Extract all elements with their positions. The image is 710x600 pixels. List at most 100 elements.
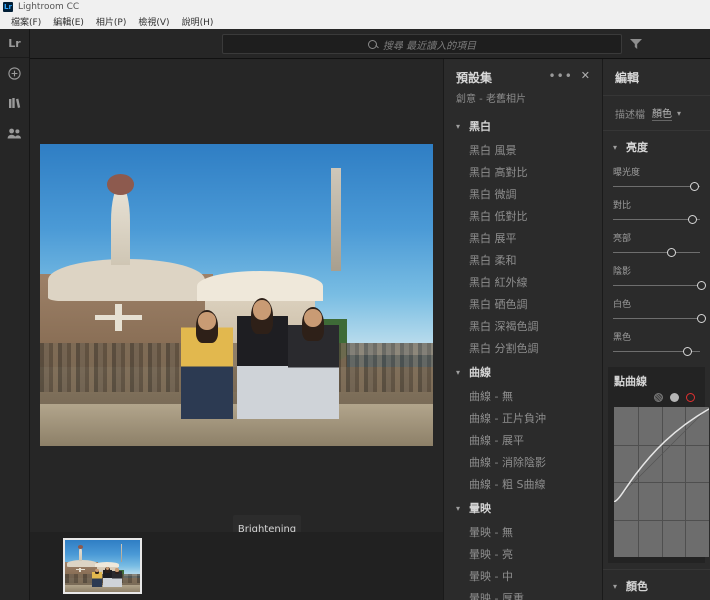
- top-toolbar: 搜尋 最近讀入的項目: [0, 29, 710, 59]
- point-curve-title: 點曲線: [614, 375, 647, 388]
- profile-row[interactable]: 描述檔 顏色 ▾: [603, 96, 710, 130]
- preset-item[interactable]: 黑白 風景: [444, 139, 602, 161]
- preset-item[interactable]: 暈映 - 中: [444, 565, 602, 587]
- thumbnail-image: [65, 540, 140, 592]
- preset-item[interactable]: 暈映 - 無: [444, 521, 602, 543]
- chevron-down-icon: ▾: [613, 142, 618, 152]
- chevron-down-icon[interactable]: ▾: [677, 109, 681, 118]
- preset-item[interactable]: 黑白 深褐色調: [444, 315, 602, 337]
- channel-rgb-icon[interactable]: [654, 393, 663, 402]
- section-light[interactable]: ▾ 亮度: [603, 131, 710, 161]
- menu-help[interactable]: 說明(H): [176, 15, 220, 28]
- preset-item[interactable]: 曲線 - 無: [444, 385, 602, 407]
- section-light-label: 亮度: [626, 141, 648, 154]
- menu-photo[interactable]: 相片(P): [90, 15, 132, 28]
- edit-title: 編輯: [615, 71, 640, 85]
- slider-label: 白色: [613, 300, 632, 310]
- filmstrip-thumbnail[interactable]: [63, 538, 142, 594]
- presets-subtitle: 創意 - 老舊相片: [456, 94, 526, 105]
- preset-group-bw[interactable]: ▾ 黑白: [444, 113, 602, 139]
- menu-edit[interactable]: 編輯(E): [47, 15, 90, 28]
- tone-curve-graph[interactable]: [614, 407, 709, 557]
- section-color[interactable]: ▾ 顏色: [603, 569, 710, 600]
- preset-group-vignette[interactable]: ▾ 暈映: [444, 495, 602, 521]
- chevron-down-icon: ▾: [456, 367, 461, 377]
- slider-knob[interactable]: [682, 347, 692, 356]
- preset-item[interactable]: 暈映 - 厚重: [444, 587, 602, 600]
- search-placeholder: 搜尋 最近讀入的項目: [382, 40, 477, 52]
- slider-track[interactable]: [613, 313, 707, 324]
- slider-knob[interactable]: [697, 281, 707, 290]
- slider-contrast[interactable]: 對比: [603, 194, 710, 227]
- rail-logo: Lr: [0, 29, 29, 58]
- point-curve-title-row: 點曲線: [614, 373, 699, 389]
- slider-knob[interactable]: [697, 314, 707, 323]
- slider-label: 對比: [613, 201, 632, 211]
- slider-highlights[interactable]: 亮部: [603, 227, 710, 260]
- preset-group-label: 曲線: [469, 366, 491, 379]
- presets-title: 預設集: [456, 71, 493, 85]
- lightroom-window: Lr Lightroom CC 檔案(F) 編輯(E) 相片(P) 檢視(V) …: [0, 0, 710, 600]
- preset-item[interactable]: 黑白 高對比: [444, 161, 602, 183]
- library-icon: [9, 98, 21, 108]
- channel-red-icon[interactable]: [686, 393, 695, 402]
- slider-track[interactable]: [613, 346, 700, 357]
- shared-people-icon: [7, 128, 21, 138]
- preset-item[interactable]: 黑白 紅外線: [444, 271, 602, 293]
- presets-more-icon[interactable]: •••: [549, 69, 573, 83]
- slider-exposure[interactable]: 曝光度: [603, 161, 710, 194]
- chevron-down-icon: ▾: [456, 121, 461, 131]
- preset-item[interactable]: 黑白 硒色調: [444, 293, 602, 315]
- tone-curve-line: [614, 407, 709, 502]
- rail-shared[interactable]: [0, 118, 29, 148]
- window-title: Lightroom CC: [18, 2, 80, 12]
- menu-file[interactable]: 檔案(F): [5, 15, 47, 28]
- preset-item[interactable]: 黑白 柔和: [444, 249, 602, 271]
- preset-item[interactable]: 曲線 - 粗 S曲線: [444, 473, 602, 495]
- slider-track[interactable]: [613, 247, 700, 258]
- slider-shadows[interactable]: 陰影: [603, 260, 710, 293]
- slider-label: 陰影: [613, 267, 632, 277]
- menu-view[interactable]: 檢視(V): [132, 15, 175, 28]
- preset-item[interactable]: 黑白 微調: [444, 183, 602, 205]
- chevron-down-icon: ▾: [456, 503, 461, 513]
- app-logo-icon: Lr: [3, 2, 13, 12]
- slider-label: 黑色: [613, 333, 632, 343]
- slider-track[interactable]: [613, 280, 707, 291]
- profile-value[interactable]: 顏色: [652, 105, 672, 121]
- section-color-head[interactable]: ▾ 顏色: [603, 570, 710, 600]
- preset-item[interactable]: 曲線 - 正片負沖: [444, 407, 602, 429]
- curve-channel-row: [614, 389, 699, 407]
- edit-panel: 編輯 描述檔 顏色 ▾ ▾ 亮度 曝光度 對比 亮部 陰影 白色 黑色 點曲線 …: [603, 59, 710, 600]
- photo-canvas: Brightening: [30, 59, 443, 600]
- preset-item[interactable]: 黑白 分割色調: [444, 337, 602, 359]
- chevron-down-icon: ▾: [613, 581, 618, 591]
- slider-track[interactable]: [613, 214, 700, 225]
- preset-item[interactable]: 暈映 - 亮: [444, 543, 602, 565]
- channel-gray-icon[interactable]: [670, 393, 679, 402]
- slider-track[interactable]: [613, 181, 700, 192]
- add-photos-icon: [8, 66, 21, 80]
- slider-label: 曝光度: [613, 168, 641, 178]
- preset-item[interactable]: 黑白 低對比: [444, 205, 602, 227]
- slider-knob[interactable]: [687, 215, 697, 224]
- slider-whites[interactable]: 白色: [603, 293, 710, 326]
- preset-item[interactable]: 黑白 展平: [444, 227, 602, 249]
- point-curve-panel: 點曲線: [608, 367, 709, 563]
- section-color-label: 顏色: [626, 580, 648, 593]
- presets-close-icon[interactable]: ✕: [581, 69, 590, 82]
- slider-label: 亮部: [613, 234, 632, 244]
- filter-icon[interactable]: [630, 39, 642, 49]
- preset-group-curves[interactable]: ▾ 曲線: [444, 359, 602, 385]
- slider-blacks[interactable]: 黑色: [603, 326, 710, 359]
- rail-add[interactable]: [0, 58, 29, 88]
- search-input[interactable]: 搜尋 最近讀入的項目: [222, 34, 622, 54]
- preset-item[interactable]: 曲線 - 消除陰影: [444, 451, 602, 473]
- photo-image: [40, 144, 433, 446]
- slider-knob[interactable]: [666, 248, 676, 257]
- main-photo[interactable]: [40, 144, 433, 446]
- slider-knob[interactable]: [689, 182, 699, 191]
- preset-item[interactable]: 曲線 - 展平: [444, 429, 602, 451]
- filmstrip: [30, 532, 443, 600]
- rail-library[interactable]: [0, 88, 29, 118]
